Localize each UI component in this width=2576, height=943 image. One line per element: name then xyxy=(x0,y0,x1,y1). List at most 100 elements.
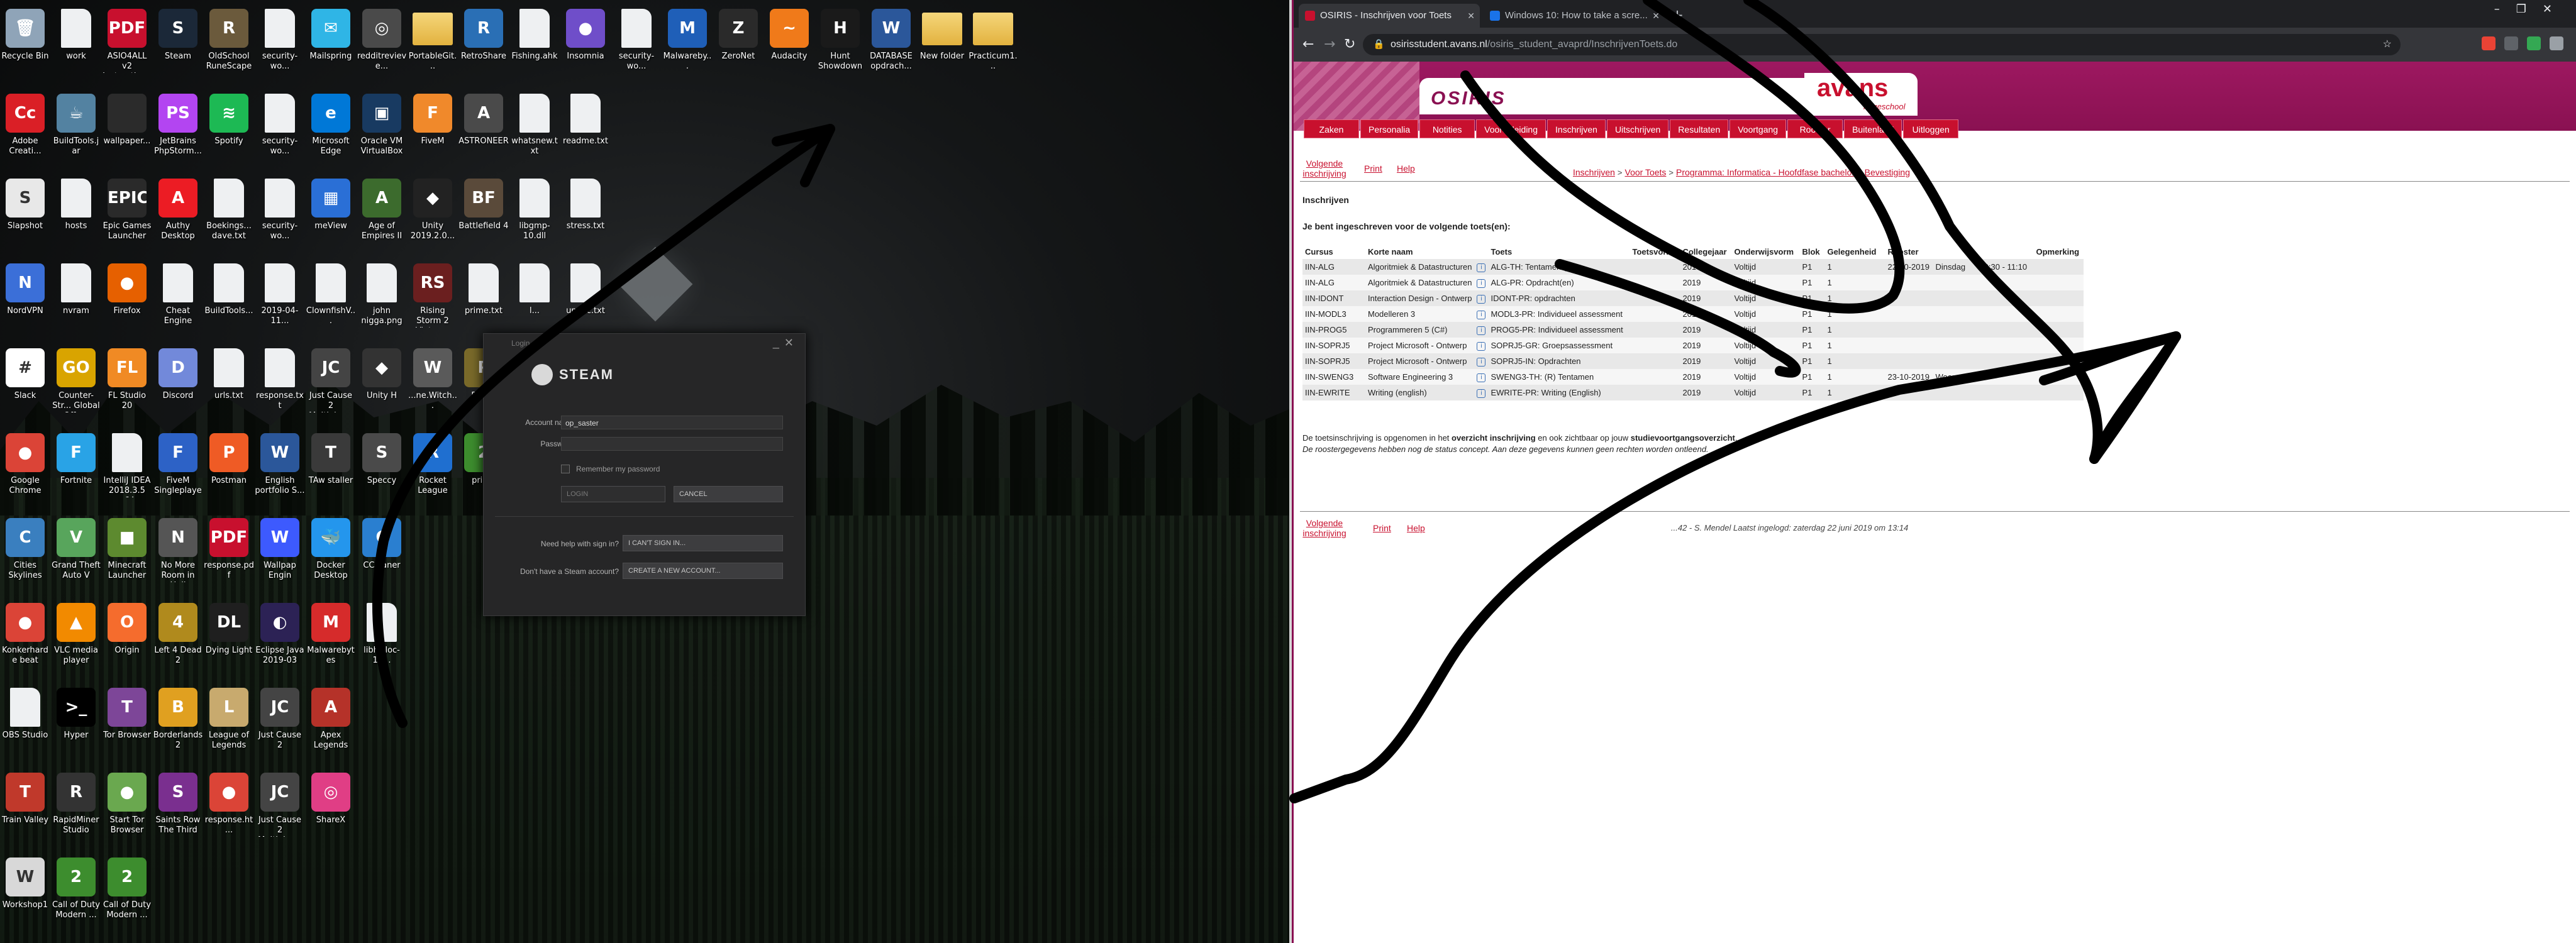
desktop-icon[interactable]: stress.txt xyxy=(560,172,611,255)
desktop-icon[interactable]: # Slack xyxy=(0,342,50,425)
forward-icon[interactable]: → xyxy=(1324,36,1335,52)
login-button[interactable]: LOGIN xyxy=(561,486,665,502)
desktop-icon[interactable]: urls.txt xyxy=(204,342,254,425)
table-cell[interactable]: i xyxy=(1474,353,1489,369)
print-link[interactable]: Print xyxy=(1364,163,1382,174)
table-cell[interactable]: i xyxy=(1474,306,1489,322)
desktop-icon[interactable]: PDF response.pdf xyxy=(204,512,254,595)
desktop-icon[interactable]: A Apex Legends xyxy=(306,681,356,764)
table-cell[interactable]: i xyxy=(1474,338,1489,353)
desktop-icon[interactable]: A ASTRONEER xyxy=(458,87,509,170)
volgende-inschrijving-link[interactable]: Volgende inschrijving xyxy=(1302,158,1346,179)
maximize-icon[interactable]: ❐ xyxy=(2516,3,2543,16)
desktop-icon[interactable]: W Workshop1 xyxy=(0,851,50,934)
desktop-icon[interactable]: libgmp-10.dll xyxy=(509,172,560,255)
table-cell[interactable]: i xyxy=(1474,275,1489,290)
desktop-icon[interactable]: prime.txt xyxy=(458,257,509,340)
desktop-icon[interactable]: T Train Valley xyxy=(0,766,50,849)
desktop-icon[interactable]: ● Start Tor Browser xyxy=(102,766,152,849)
desktop-icon[interactable]: ~ Audacity xyxy=(764,3,814,85)
desktop-icon[interactable]: ✉ Mailspring xyxy=(306,3,356,85)
print-link[interactable]: Print xyxy=(1373,523,1391,533)
desktop-icon[interactable]: C CCleaner xyxy=(357,512,407,595)
desktop-icon[interactable]: l... xyxy=(509,257,560,340)
close-tab-icon[interactable]: ✕ xyxy=(1652,4,1660,28)
steam-titlebar[interactable]: Login _✕ xyxy=(484,334,805,351)
info-icon[interactable]: i xyxy=(1477,358,1486,367)
desktop-icon[interactable]: F Fortnite xyxy=(51,427,101,510)
table-cell[interactable]: i xyxy=(1474,369,1489,385)
help-link[interactable]: Help xyxy=(1407,523,1425,533)
desktop-icon[interactable]: JC Just Cause 2 Multiplay... xyxy=(255,766,305,849)
desktop-icon[interactable]: ◆ Unity H xyxy=(357,342,407,425)
desktop-icon[interactable]: Fishing.ahk xyxy=(509,3,560,85)
table-cell[interactable]: i xyxy=(1474,259,1489,275)
desktop-icon[interactable]: Boekings... dave.txt xyxy=(204,172,254,255)
menu-item-uitloggen[interactable]: Uitloggen xyxy=(1903,119,1959,138)
menu-item-zaken[interactable]: Zaken xyxy=(1304,119,1359,138)
desktop-icon[interactable]: DL Dying Light xyxy=(204,597,254,680)
desktop-icon[interactable]: security-wo... xyxy=(255,172,305,255)
table-cell[interactable]: i xyxy=(1474,290,1489,306)
extension-icon[interactable] xyxy=(2550,36,2563,50)
desktop-icon[interactable]: ■ Minecraft Launcher xyxy=(102,512,152,595)
desktop-icon[interactable]: BuildTools... xyxy=(204,257,254,340)
desktop-icon[interactable]: >_ Hyper xyxy=(51,681,101,764)
tab-windows-screenshot[interactable]: Windows 10: How to take a scre... ✕ xyxy=(1484,4,1665,28)
extension-icon[interactable] xyxy=(2527,36,2541,50)
menu-item-uitschrijven[interactable]: Uitschrijven xyxy=(1606,119,1669,138)
breadcrumb-item[interactable]: Inschrijven xyxy=(1573,167,1615,177)
desktop-icon[interactable]: New folder xyxy=(917,3,967,85)
desktop-icon[interactable]: H Hunt Showdown xyxy=(815,3,865,85)
desktop-icon[interactable]: R Rocket League xyxy=(408,427,458,510)
desktop-icon[interactable]: R RapidMiner Studio xyxy=(51,766,101,849)
help-link[interactable]: Help xyxy=(1397,163,1415,174)
desktop-icon[interactable]: Cc Adobe Creati... xyxy=(0,87,50,170)
desktop-icon[interactable]: 🗑 Recycle Bin xyxy=(0,3,50,85)
desktop-icon[interactable]: work xyxy=(51,3,101,85)
info-icon[interactable]: i xyxy=(1477,342,1486,351)
desktop-icon[interactable]: F FiveM Singleplayer xyxy=(153,427,203,510)
desktop-icon[interactable]: W English portfolio S... xyxy=(255,427,305,510)
desktop-icon[interactable]: O Origin xyxy=(102,597,152,680)
desktop-icon[interactable]: libhwloc-15... xyxy=(357,597,407,680)
info-icon[interactable]: i xyxy=(1477,389,1486,398)
desktop-icon[interactable]: T Tor Browser xyxy=(102,681,152,764)
desktop-icon[interactable]: 4 Left 4 Dead 2 xyxy=(153,597,203,680)
table-cell[interactable]: i xyxy=(1474,322,1489,338)
desktop-icon[interactable]: response.txt xyxy=(255,342,305,425)
desktop-icon[interactable]: S Slapshot xyxy=(0,172,50,255)
menu-item-resultaten[interactable]: Resultaten xyxy=(1670,119,1729,138)
desktop-icon[interactable]: 2 Call of Duty Modern ... xyxy=(102,851,152,934)
desktop-icon[interactable]: 2 Call of Duty Modern ... xyxy=(51,851,101,934)
address-bar[interactable]: 🔒 osirisstudent.avans.nl/osiris_student_… xyxy=(1363,34,2401,55)
desktop-icon[interactable]: R OldSchool RuneScape xyxy=(204,3,254,85)
info-icon[interactable]: i xyxy=(1477,373,1486,382)
desktop-icon[interactable]: B Borderlands 2 xyxy=(153,681,203,764)
minimize-icon[interactable]: – xyxy=(2494,3,2516,16)
new-tab-icon[interactable]: + xyxy=(1671,4,1684,26)
desktop-icon[interactable]: W ...ne.Witch... xyxy=(408,342,458,425)
desktop-icon[interactable]: PortableGit... xyxy=(408,3,458,85)
desktop-icon[interactable]: EPIC Epic Games Launcher xyxy=(102,172,152,255)
desktop-icon[interactable]: V Grand Theft Auto V xyxy=(51,512,101,595)
desktop-icon[interactable]: nvram xyxy=(51,257,101,340)
desktop-icon[interactable]: ClownfishV... xyxy=(306,257,356,340)
desktop-icon[interactable]: C Cities Skylines xyxy=(0,512,50,595)
desktop-icon[interactable]: W DATABASE opdrach... xyxy=(866,3,916,85)
minimize-icon[interactable]: _ xyxy=(773,336,784,349)
desktop-icon[interactable]: Practicum1... xyxy=(968,3,1018,85)
menu-item-voortgang[interactable]: Voortgang xyxy=(1729,119,1787,138)
desktop-icon[interactable]: A Age of Empires II ... xyxy=(357,172,407,255)
desktop-icon[interactable]: JC Just Cause 2 xyxy=(255,681,305,764)
desktop-icon[interactable]: N No More Room in Hell xyxy=(153,512,203,595)
desktop-icon[interactable]: N NordVPN xyxy=(0,257,50,340)
create-account-button[interactable]: CREATE A NEW ACCOUNT... xyxy=(623,563,783,579)
menu-item-buitenland[interactable]: Buitenland xyxy=(1844,119,1902,138)
close-icon[interactable]: ✕ xyxy=(2543,3,2568,16)
cant-sign-in-button[interactable]: I CAN'T SIGN IN... xyxy=(623,535,783,551)
desktop-icon[interactable]: W Wallpap Engin xyxy=(255,512,305,595)
menu-item-inschrijven[interactable]: Inschrijven xyxy=(1547,119,1606,138)
desktop-icon[interactable]: ▲ VLC media player xyxy=(51,597,101,680)
desktop-icon[interactable]: Z ZeroNet xyxy=(713,3,763,85)
